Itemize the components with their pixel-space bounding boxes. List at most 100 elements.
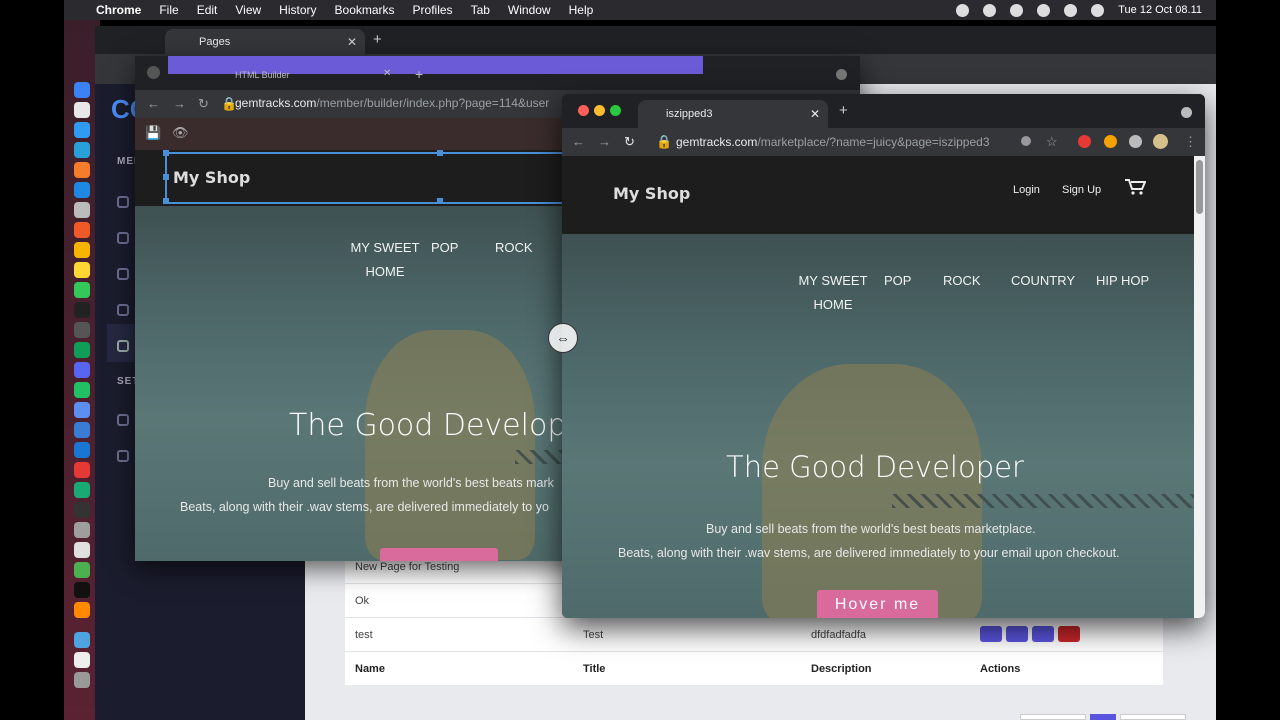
adblock-icon[interactable] bbox=[1078, 135, 1091, 148]
inbox-icon[interactable] bbox=[117, 414, 129, 426]
resize-handle[interactable] bbox=[163, 198, 169, 204]
forward-icon[interactable]: → bbox=[598, 134, 611, 149]
back-icon[interactable]: ← bbox=[147, 96, 160, 111]
sketch-icon[interactable] bbox=[74, 242, 90, 258]
close-tab-icon[interactable]: ✕ bbox=[383, 68, 391, 79]
typora-icon[interactable] bbox=[74, 582, 90, 598]
preview-eye-icon[interactable]: 👁 bbox=[172, 125, 189, 141]
network-icon[interactable] bbox=[74, 422, 90, 438]
new-tab-icon[interactable]: + bbox=[373, 31, 382, 48]
nav-rock[interactable]: ROCK bbox=[495, 236, 533, 260]
clock[interactable]: Tue 12 Oct 08.11 bbox=[1118, 4, 1202, 16]
app-store-icon[interactable] bbox=[74, 442, 90, 458]
reload-icon[interactable]: ↻ bbox=[198, 96, 209, 112]
view-icon[interactable] bbox=[1032, 626, 1054, 642]
extension-icon[interactable] bbox=[1104, 135, 1117, 148]
new-tab-icon[interactable]: + bbox=[839, 102, 848, 119]
preview-address-bar[interactable]: ← → ↻ 🔒 gemtracks.com/marketplace/?name=… bbox=[562, 128, 1205, 156]
builder-url[interactable]: gemtracks.com/member/builder/index.php?p… bbox=[235, 96, 549, 110]
layout-icon[interactable] bbox=[117, 450, 129, 462]
dashboard-icon[interactable] bbox=[117, 196, 129, 208]
trash-icon[interactable] bbox=[74, 672, 90, 688]
page-current[interactable] bbox=[1090, 714, 1116, 720]
avatar[interactable] bbox=[1153, 134, 1168, 149]
page-prev[interactable] bbox=[1020, 714, 1086, 720]
forward-icon[interactable]: → bbox=[173, 96, 186, 111]
menu-window[interactable]: Window bbox=[508, 3, 551, 17]
search-icon[interactable] bbox=[1064, 3, 1078, 17]
battery-icon[interactable] bbox=[1037, 3, 1051, 17]
messages-icon[interactable] bbox=[74, 282, 90, 298]
close-tab-icon[interactable]: ✕ bbox=[347, 35, 357, 49]
hover-me-button[interactable]: Hover me bbox=[817, 590, 938, 618]
chrome-icon[interactable] bbox=[74, 102, 90, 118]
tab-search-icon[interactable] bbox=[836, 69, 847, 80]
nav-my-sweet-home[interactable]: MY SWEET HOME bbox=[347, 236, 423, 284]
color-icon[interactable] bbox=[74, 562, 90, 578]
page-scrollbar[interactable] bbox=[1194, 156, 1205, 618]
menu-history[interactable]: History bbox=[279, 3, 316, 17]
preview-icon[interactable] bbox=[74, 542, 90, 558]
github-icon[interactable] bbox=[74, 322, 90, 338]
preview-url[interactable]: gemtracks.com/marketplace/?name=juicy&pa… bbox=[676, 135, 990, 149]
menu-help[interactable]: Help bbox=[569, 3, 594, 17]
calendar-icon[interactable] bbox=[117, 268, 129, 280]
discord-icon[interactable] bbox=[74, 362, 90, 378]
key-icon[interactable] bbox=[1021, 136, 1031, 146]
nav-pop[interactable]: POP bbox=[884, 269, 911, 293]
nav-pop[interactable]: POP bbox=[431, 236, 458, 260]
hero-cta-button[interactable] bbox=[380, 548, 498, 561]
finder-icon[interactable] bbox=[74, 82, 90, 98]
terminal-icon[interactable] bbox=[74, 302, 90, 318]
code-icon[interactable] bbox=[1006, 626, 1028, 642]
menu-file[interactable]: File bbox=[159, 3, 178, 17]
menu-view[interactable]: View bbox=[235, 3, 261, 17]
document-icon[interactable] bbox=[74, 652, 90, 668]
firefox-icon[interactable] bbox=[74, 162, 90, 178]
menu-bookmarks[interactable]: Bookmarks bbox=[335, 3, 395, 17]
nav-country[interactable]: COUNTRY bbox=[1011, 269, 1075, 293]
settings-icon[interactable] bbox=[74, 202, 90, 218]
minimize-window-icon[interactable] bbox=[594, 105, 605, 116]
close-tab-icon[interactable]: ✕ bbox=[810, 107, 820, 121]
wifi-icon[interactable] bbox=[1010, 3, 1024, 17]
scroll-thumb[interactable] bbox=[1196, 160, 1203, 214]
delete-icon[interactable] bbox=[1058, 626, 1080, 642]
resize-handle[interactable] bbox=[163, 174, 169, 180]
page-icon[interactable] bbox=[117, 340, 129, 352]
user-icon[interactable] bbox=[117, 232, 129, 244]
resize-handle[interactable] bbox=[163, 150, 169, 156]
record-icon[interactable] bbox=[956, 3, 970, 17]
resize-handle[interactable] bbox=[437, 198, 443, 204]
page-next[interactable] bbox=[1120, 714, 1186, 720]
login-link[interactable]: Login bbox=[1013, 184, 1040, 196]
activity-icon[interactable] bbox=[74, 502, 90, 518]
vscode-icon[interactable] bbox=[74, 182, 90, 198]
back-icon[interactable]: ← bbox=[572, 134, 585, 149]
tab-search-icon[interactable] bbox=[1181, 107, 1192, 118]
table-icon[interactable] bbox=[117, 304, 129, 316]
shop-brand[interactable]: My Shop bbox=[613, 184, 690, 203]
menu-app-name[interactable]: Chrome bbox=[96, 3, 141, 17]
tab-pages[interactable]: Pages ✕ bbox=[165, 29, 365, 54]
illustrator-icon[interactable] bbox=[74, 602, 90, 618]
vpn-icon[interactable] bbox=[983, 3, 997, 17]
builder-tab-title[interactable]: HTML Builder bbox=[235, 70, 290, 80]
save-icon[interactable]: 💾 bbox=[145, 125, 161, 141]
window-control-icon[interactable] bbox=[147, 66, 160, 79]
nav-my-sweet-home[interactable]: MY SWEET HOME bbox=[796, 269, 870, 317]
globe-icon[interactable] bbox=[74, 402, 90, 418]
upwork-icon[interactable] bbox=[74, 482, 90, 498]
edit-icon[interactable] bbox=[980, 626, 1002, 642]
safari-icon[interactable] bbox=[74, 122, 90, 138]
tab-iszipped3[interactable]: iszipped3 ✕ bbox=[638, 100, 828, 128]
menu-profiles[interactable]: Profiles bbox=[413, 3, 453, 17]
reload-icon[interactable]: ↻ bbox=[624, 134, 635, 150]
spotify-icon[interactable] bbox=[74, 382, 90, 398]
notes-icon[interactable] bbox=[74, 262, 90, 278]
bookmark-star-icon[interactable]: ☆ bbox=[1046, 134, 1058, 150]
cart-icon[interactable] bbox=[1124, 178, 1146, 196]
nav-hip-hop[interactable]: HIP HOP bbox=[1096, 269, 1149, 293]
signup-link[interactable]: Sign Up bbox=[1062, 184, 1101, 196]
nav-rock[interactable]: ROCK bbox=[943, 269, 981, 293]
